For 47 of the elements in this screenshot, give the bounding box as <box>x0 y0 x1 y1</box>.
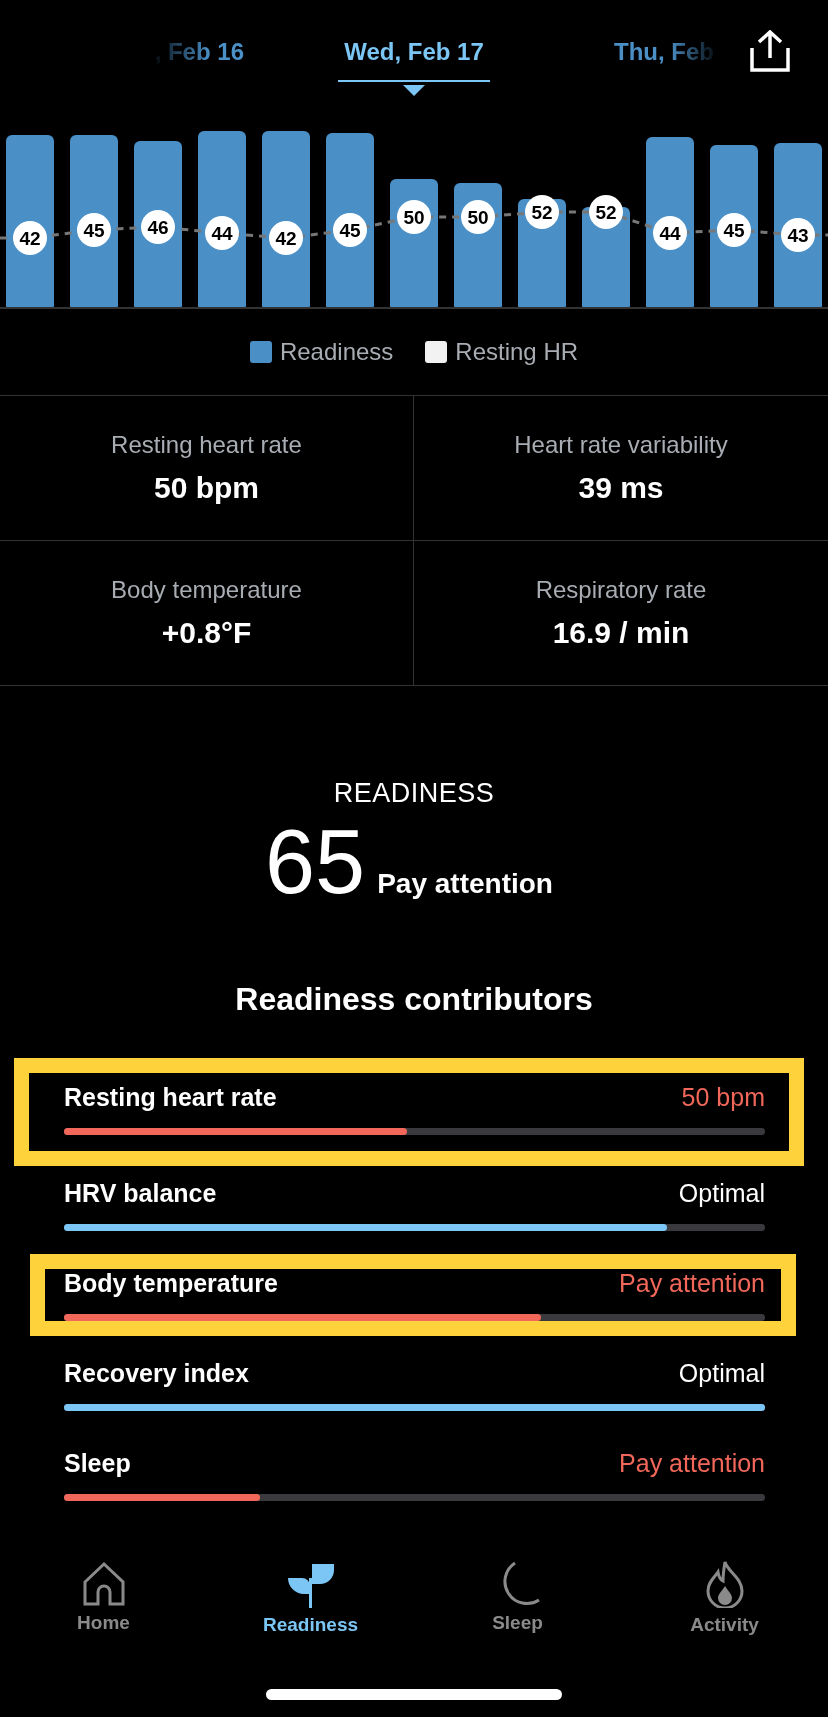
contributor-value: 50 bpm <box>681 1083 765 1112</box>
contributor-name: Resting heart rate <box>64 1083 277 1112</box>
stat-label: Respiratory rate <box>535 576 707 604</box>
stat-label: Body temperature <box>111 576 302 604</box>
contributor-value: Pay attention <box>619 1269 765 1298</box>
date-tab[interactable]: , Feb 16 <box>148 38 250 78</box>
stat-value: 50 bpm <box>154 471 259 505</box>
readiness-status: Pay attention <box>377 868 553 900</box>
hr-label: 50 <box>397 200 431 234</box>
hr-label: 44 <box>205 216 239 250</box>
contributor-name: Recovery index <box>64 1359 249 1388</box>
readiness-title: READINESS <box>333 778 495 809</box>
share-icon[interactable] <box>750 30 790 72</box>
contributor-name: Sleep <box>64 1449 131 1478</box>
readiness-score: 65 <box>265 817 366 907</box>
hr-label: 44 <box>653 216 687 250</box>
nav-tab[interactable]: Readiness <box>207 1560 414 1636</box>
contributor-name: Body temperature <box>64 1269 278 1298</box>
hr-label: 43 <box>781 218 815 252</box>
hr-label: 45 <box>717 213 751 247</box>
contributor-value: Optimal <box>678 1179 765 1208</box>
contributor-value: Optimal <box>678 1359 765 1388</box>
stat-label: Heart rate variability <box>514 431 728 459</box>
nav-tab[interactable]: Sleep <box>414 1560 621 1636</box>
legend-label: Readiness <box>279 338 394 366</box>
hr-label: 42 <box>13 221 47 255</box>
hr-label: 52 <box>525 195 559 229</box>
date-tab[interactable]: Thu, Feb <box>608 38 720 78</box>
legend-label: Resting HR <box>455 338 579 366</box>
hr-label: 45 <box>77 213 111 247</box>
contributor-value: Pay attention <box>619 1449 765 1478</box>
hr-label: 45 <box>333 213 367 247</box>
hr-label: 50 <box>461 200 495 234</box>
contributor-name: HRV balance <box>64 1179 217 1208</box>
stat-value: 16.9 / min <box>552 616 690 650</box>
date-tab[interactable]: Wed, Feb 17 <box>338 38 490 82</box>
section-title: Readiness contributors <box>234 981 594 1018</box>
stat-value: 39 ms <box>578 471 664 505</box>
nav-tab[interactable]: Home <box>0 1560 207 1636</box>
caret-icon <box>403 85 425 96</box>
hr-label: 42 <box>269 221 303 255</box>
hr-label: 52 <box>589 195 623 229</box>
stat-value: +0.8°F <box>161 616 252 650</box>
hr-label: 46 <box>141 210 175 244</box>
flame-icon <box>705 1560 744 1608</box>
stat-label: Resting heart rate <box>111 431 302 459</box>
nav-tab[interactable]: Activity <box>621 1560 828 1636</box>
